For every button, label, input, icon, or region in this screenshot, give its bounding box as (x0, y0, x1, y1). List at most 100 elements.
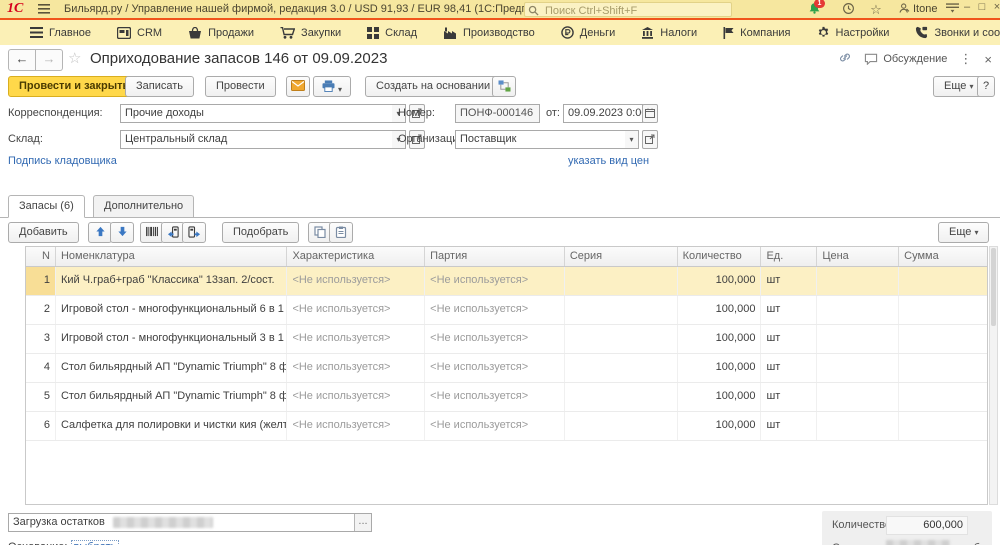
favorites-star-icon[interactable]: ☆ (868, 2, 884, 16)
organization-dropdown-button[interactable]: ▾ (625, 130, 639, 149)
purchases-cart-icon (280, 27, 295, 39)
basis-row: Основание: выбрать (8, 541, 119, 545)
menu-item-main[interactable]: Главное (30, 27, 91, 39)
favorite-star-icon[interactable]: ☆ (68, 49, 81, 67)
help-button[interactable]: ? (977, 76, 995, 97)
maximize-button[interactable]: □ (975, 1, 989, 16)
document-form: ← → ☆ Оприходование запасов 146 от 09.09… (0, 45, 1000, 545)
table-row[interactable]: 5 Стол бильярдный АП "Dynamic Triumph" 8… (26, 383, 987, 412)
forward-button[interactable]: → (36, 49, 63, 71)
tab-inventory[interactable]: Запасы (6) (8, 195, 85, 218)
column-header-batch[interactable]: Партия (425, 247, 565, 266)
column-header-quantity[interactable]: Количество (678, 247, 762, 266)
scanner-unload-button[interactable] (182, 222, 206, 243)
main-hamburger-icon[interactable] (38, 4, 50, 17)
scrollbar-thumb[interactable] (991, 248, 996, 326)
search-input[interactable] (543, 3, 729, 18)
title-bar: 1С Бильярд.ру / Управление нашей фирмой,… (0, 0, 1000, 18)
back-button[interactable]: ← (8, 49, 36, 71)
price-kind-link[interactable]: указать вид цен (568, 155, 649, 167)
column-header-unit[interactable]: Ед. (761, 247, 817, 266)
tab-additional[interactable]: Дополнительно (93, 195, 194, 218)
ellipsis-button[interactable]: ... (354, 514, 371, 531)
column-header-series[interactable]: Серия (565, 247, 678, 266)
support-person-icon[interactable] (896, 2, 912, 16)
create-based-on-button[interactable]: Создать на основании ▾ (365, 76, 508, 97)
column-header-characteristic[interactable]: Характеристика (287, 247, 425, 266)
notifications-bell-icon[interactable]: 1 (806, 2, 822, 16)
table-row[interactable]: 2 Игровой стол - многофункциональный 6 в… (26, 296, 987, 325)
menu-item-purchases[interactable]: Закупки (280, 27, 341, 39)
menu-item-production[interactable]: Производство (443, 27, 535, 39)
paste-rows-button[interactable] (329, 222, 353, 243)
correspondence-input[interactable]: Прочие доходы (120, 104, 394, 123)
envelope-icon (291, 80, 305, 91)
storekeeper-signature-link[interactable]: Подпись кладовщика (8, 155, 117, 167)
date-input[interactable]: 09.09.2023 0:00:00 (563, 104, 643, 123)
column-header-n[interactable]: N (26, 247, 56, 266)
close-window-button[interactable]: × (990, 1, 1000, 16)
menu-item-crm[interactable]: CRM (117, 27, 162, 39)
number-input[interactable]: ПОНФ-000146 (455, 104, 540, 123)
organization-open-button[interactable] (642, 130, 658, 149)
table-row[interactable]: 3 Игровой стол - многофункциональный 3 в… (26, 325, 987, 354)
load-balances-input[interactable]: Загрузка остатков ... (8, 513, 372, 532)
history-clock-icon[interactable] (840, 2, 856, 16)
discussion-button[interactable]: Обсуждение (864, 53, 947, 65)
print-button[interactable]: ▾ (313, 76, 351, 97)
calendar-button[interactable] (642, 104, 658, 123)
table-row[interactable]: 6 Салфетка для полировки и чистки кия (ж… (26, 412, 987, 441)
menu-item-taxes[interactable]: Налоги (641, 27, 697, 39)
save-button[interactable]: Записать (125, 76, 194, 97)
date-label: от: (546, 104, 560, 122)
post-button[interactable]: Провести (205, 76, 276, 97)
menu-item-sales[interactable]: Продажи (188, 27, 254, 39)
close-document-button[interactable]: × (984, 52, 992, 67)
username[interactable]: Itone (913, 3, 937, 15)
table-row[interactable]: 4 Стол бильярдный АП "Dynamic Triumph" 8… (26, 354, 987, 383)
post-and-close-button[interactable]: Провести и закрыть (8, 76, 140, 97)
app-window: 1С Бильярд.ру / Управление нашей фирмой,… (0, 0, 1000, 545)
column-header-sum[interactable]: Сумма (899, 247, 987, 266)
taxes-emblem-icon (641, 27, 654, 39)
money-coin-icon (561, 26, 574, 39)
warehouse-input[interactable]: Центральный склад (120, 130, 394, 149)
copy-icon (314, 226, 326, 238)
send-email-button[interactable] (286, 76, 310, 97)
document-structure-button[interactable] (492, 76, 516, 97)
basis-select-link[interactable]: выбрать (71, 540, 120, 545)
warehouse-label: Склад: (8, 130, 43, 148)
more-dots-icon[interactable]: ⋮ (959, 51, 972, 67)
menu-item-warehouse[interactable]: Склад (367, 27, 417, 39)
load-balances-text: Загрузка остатков (13, 516, 105, 528)
pick-items-button[interactable]: Подобрать (222, 222, 299, 243)
dropdown-arrow-icon: ▾ (338, 85, 342, 94)
menu-item-money[interactable]: Деньги (561, 26, 616, 39)
add-row-button[interactable]: Добавить (8, 222, 79, 243)
table-row[interactable]: 1 Кий Ч.граб+граб "Классика" 13зап. 2/со… (26, 267, 987, 296)
basis-label: Основание: (8, 541, 67, 545)
organization-input[interactable]: Поставщик (455, 130, 629, 149)
move-up-button[interactable] (88, 222, 112, 243)
correspondence-label: Корреспонденция: (8, 104, 103, 122)
column-header-nomenclature[interactable]: Номенклатура (56, 247, 287, 266)
service-menu-icon[interactable] (944, 2, 960, 16)
menu-item-company[interactable]: Компания (723, 27, 790, 39)
get-link-icon[interactable] (838, 51, 852, 67)
tab-bar: Запасы (6) Дополнительно (0, 195, 1000, 218)
column-header-price[interactable]: Цена (817, 247, 899, 266)
calendar-icon (645, 108, 655, 118)
global-search[interactable] (524, 2, 732, 17)
menu-item-calls[interactable]: Звонки и сообщения (915, 26, 1000, 39)
table-more-button[interactable]: Еще ▾ (938, 222, 989, 243)
sales-basket-icon (188, 27, 202, 39)
vertical-scrollbar[interactable] (989, 246, 998, 505)
terminal-upload-icon (167, 226, 180, 238)
minimize-button[interactable]: – (960, 1, 974, 16)
menu-item-settings[interactable]: Настройки (817, 26, 890, 39)
main-menu-icon (30, 27, 43, 38)
move-down-button[interactable] (110, 222, 134, 243)
total-quantity-value: 600,000 (886, 516, 968, 535)
censored-text (113, 517, 213, 528)
paste-icon (335, 226, 347, 238)
